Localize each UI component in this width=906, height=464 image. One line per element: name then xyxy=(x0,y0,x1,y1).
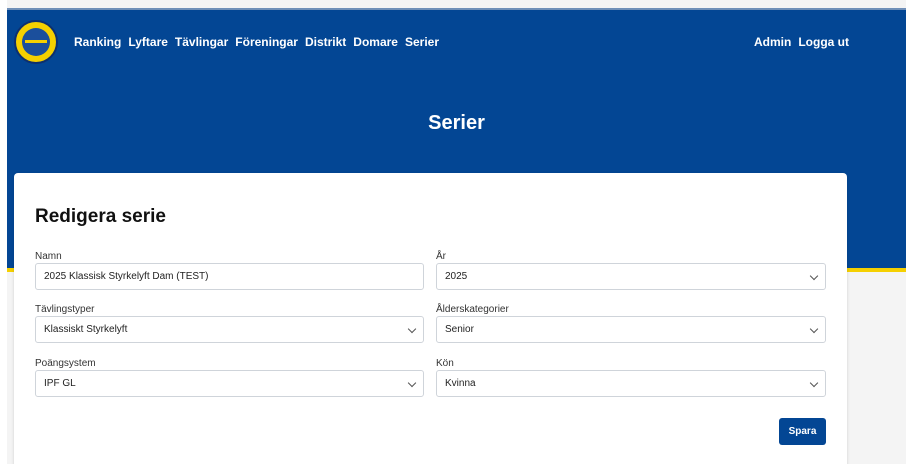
gender-value: Kvinna xyxy=(445,378,476,389)
competition-types-select[interactable]: Klassiskt Styrkelyft xyxy=(35,316,424,343)
gender-select[interactable]: Kvinna xyxy=(436,370,826,397)
age-categories-value: Senior xyxy=(445,324,474,335)
year-label: År xyxy=(436,251,446,262)
competition-types-value: Klassiskt Styrkelyft xyxy=(44,324,128,335)
nav-item-distrikt[interactable]: Distrikt xyxy=(305,35,346,49)
year-select[interactable]: 2025 xyxy=(436,263,826,290)
save-button[interactable]: Spara xyxy=(779,418,826,445)
logout-link[interactable]: Logga ut xyxy=(798,35,849,49)
user-nav: Admin Logga ut xyxy=(754,35,849,49)
edit-series-card: Redigera serie Namn 2025 Klassisk Styrke… xyxy=(14,173,847,464)
nav-item-lyftare[interactable]: Lyftare xyxy=(128,35,168,49)
name-label: Namn xyxy=(35,251,62,262)
logo-emblem xyxy=(22,28,50,56)
nav-item-domare[interactable]: Domare xyxy=(353,35,398,49)
points-system-value: IPF GL xyxy=(44,378,76,389)
age-categories-select[interactable]: Senior xyxy=(436,316,826,343)
main-nav: Ranking Lyftare Tävlingar Föreningar Dis… xyxy=(74,35,439,49)
chevron-down-icon xyxy=(407,378,417,388)
chevron-down-icon xyxy=(809,378,819,388)
name-input[interactable]: 2025 Klassisk Styrkelyft Dam (TEST) xyxy=(35,263,424,290)
nav-item-serier[interactable]: Serier xyxy=(405,35,439,49)
chevron-down-icon xyxy=(407,324,417,334)
logo-barbell xyxy=(25,40,47,43)
admin-link[interactable]: Admin xyxy=(754,35,791,49)
year-value: 2025 xyxy=(445,271,468,282)
federation-logo-icon[interactable] xyxy=(14,20,58,64)
nav-item-foreningar[interactable]: Föreningar xyxy=(235,35,298,49)
chevron-down-icon xyxy=(809,271,819,281)
age-categories-label: Ålderskategorier xyxy=(436,304,509,315)
form-title: Redigera serie xyxy=(35,206,166,227)
name-value: 2025 Klassisk Styrkelyft Dam (TEST) xyxy=(44,271,209,282)
nav-item-ranking[interactable]: Ranking xyxy=(74,35,121,49)
chevron-down-icon xyxy=(809,324,819,334)
left-margin xyxy=(0,0,7,464)
points-system-select[interactable]: IPF GL xyxy=(35,370,424,397)
points-system-label: Poängsystem xyxy=(35,358,96,369)
page-title: Serier xyxy=(428,112,485,134)
competition-types-label: Tävlingstyper xyxy=(35,304,95,315)
gender-label: Kön xyxy=(436,358,454,369)
nav-item-tavlingar[interactable]: Tävlingar xyxy=(175,35,228,49)
